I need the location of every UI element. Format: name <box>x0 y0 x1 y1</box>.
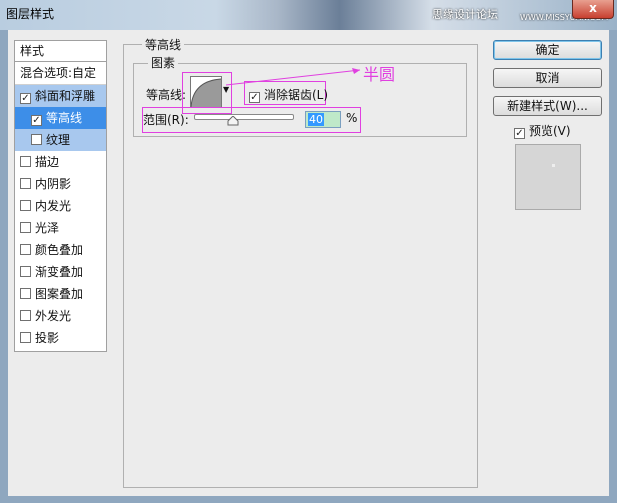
style-list-header[interactable]: 样式 <box>15 41 106 62</box>
annotation-arrow <box>225 68 361 86</box>
style-item-label: 纹理 <box>46 133 71 147</box>
style-item[interactable]: 描边 <box>15 151 106 173</box>
range-unit: % <box>346 111 358 125</box>
style-item-label: 图案叠加 <box>35 287 84 301</box>
dialog-title: 图层样式 <box>6 7 55 21</box>
elements-subgroup-title: 图素 <box>148 54 179 71</box>
range-input[interactable]: 40 <box>305 111 341 128</box>
dialog-client: 样式 混合选项:自定 ✓ 斜面和浮雕 ✓ 等高线纹理描边内阴影内发光光泽颜色叠加渐变叠… <box>8 30 609 496</box>
style-item[interactable]: ✓ 等高线 <box>15 107 106 129</box>
style-item[interactable]: 投影 <box>15 327 106 349</box>
style-item[interactable]: 内发光 <box>15 195 106 217</box>
contour-label: 等高线: <box>146 88 187 102</box>
style-list: 样式 混合选项:自定 ✓ 斜面和浮雕 ✓ 等高线纹理描边内阴影内发光光泽颜色叠加渐变叠… <box>14 40 107 352</box>
layer-style-dialog: 图层样式 思缘设计论坛 WWW.MISSYUAN.COM x 样式 混合选项:自… <box>0 0 617 503</box>
style-preview-swatch <box>515 144 581 210</box>
checked-checkbox-icon[interactable]: ✓ <box>31 115 42 126</box>
anti-alias-check-icon: ✓ <box>249 92 260 103</box>
ok-button[interactable]: 确定 <box>493 40 602 60</box>
style-item-label: 外发光 <box>35 309 72 323</box>
half-round-contour-icon <box>191 78 221 107</box>
checkbox-icon[interactable] <box>20 244 31 255</box>
blend-options-item[interactable]: 混合选项:自定 <box>15 62 106 85</box>
preview-check-icon: ✓ <box>514 128 525 139</box>
close-button[interactable]: x <box>572 0 614 19</box>
checkbox-icon[interactable] <box>31 134 42 145</box>
contour-group-title: 等高线 <box>142 36 185 53</box>
checkbox-icon[interactable] <box>20 288 31 299</box>
close-icon: x <box>589 1 597 15</box>
checkbox-icon[interactable] <box>20 156 31 167</box>
title-bar[interactable]: 图层样式 思缘设计论坛 WWW.MISSYUAN.COM x <box>0 0 617 30</box>
range-label: 范围(R): <box>143 113 189 127</box>
watermark-text: 思缘设计论坛 <box>432 8 498 21</box>
new-style-button[interactable]: 新建样式(W)... <box>493 96 602 116</box>
style-item-label: 内阴影 <box>35 177 72 191</box>
style-item-label: 等高线 <box>46 111 83 125</box>
range-slider-thumb[interactable] <box>227 116 239 126</box>
style-item[interactable]: 外发光 <box>15 305 106 327</box>
style-item[interactable]: 图案叠加 <box>15 283 106 305</box>
style-item[interactable]: 纹理 <box>15 129 106 151</box>
checkbox-icon[interactable] <box>20 266 31 277</box>
style-item-label: 光泽 <box>35 221 60 235</box>
style-item[interactable]: 渐变叠加 <box>15 261 106 283</box>
range-slider-track[interactable] <box>194 114 294 120</box>
style-item-label: 斜面和浮雕 <box>35 89 96 103</box>
annotation-text: 半圆 <box>363 65 396 84</box>
style-item-label: 颜色叠加 <box>35 243 84 257</box>
checkbox-icon[interactable] <box>20 200 31 211</box>
checked-checkbox-icon[interactable]: ✓ <box>20 93 31 104</box>
style-item-label: 投影 <box>35 331 60 345</box>
style-item-label: 渐变叠加 <box>35 265 84 279</box>
style-item[interactable]: 内阴影 <box>15 173 106 195</box>
preview-label: 预览(V) <box>529 124 571 138</box>
style-item-label: 内发光 <box>35 199 72 213</box>
checkbox-icon[interactable] <box>20 310 31 321</box>
style-item[interactable]: 光泽 <box>15 217 106 239</box>
style-item[interactable]: ✓ 斜面和浮雕 <box>15 85 106 107</box>
checkbox-icon[interactable] <box>20 222 31 233</box>
style-item-label: 描边 <box>35 155 60 169</box>
style-item[interactable]: 颜色叠加 <box>15 239 106 261</box>
preview-dot <box>552 164 555 167</box>
preview-checkbox[interactable]: ✓ 预览(V) <box>514 122 571 139</box>
checkbox-icon[interactable] <box>20 332 31 343</box>
cancel-button[interactable]: 取消 <box>493 68 602 88</box>
checkbox-icon[interactable] <box>20 178 31 189</box>
